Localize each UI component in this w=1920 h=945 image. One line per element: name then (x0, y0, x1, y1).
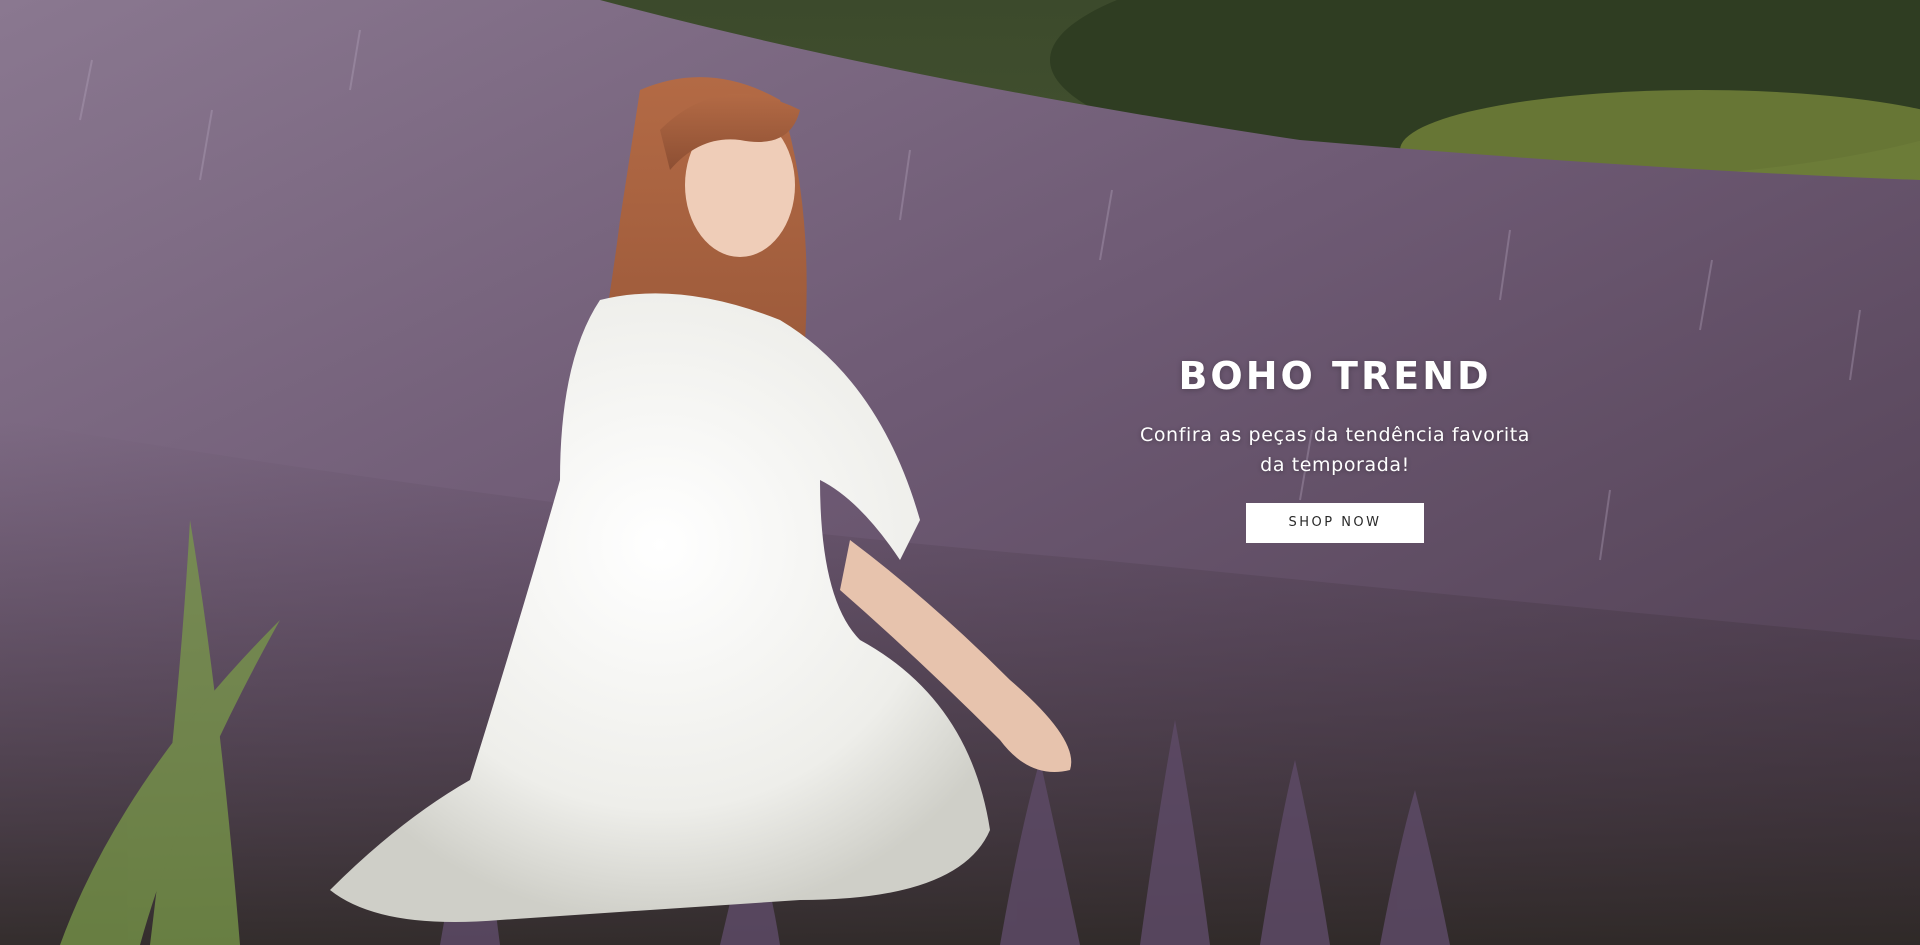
hero-text-block: BOHO TREND Confira as peças da tendência… (1100, 352, 1570, 543)
hero-background-image (0, 0, 1920, 945)
shop-now-button[interactable]: SHOP NOW (1246, 503, 1424, 543)
hero-subtitle: Confira as peças da tendência favorita d… (1139, 424, 1531, 476)
hero-title: BOHO TREND (1178, 354, 1492, 398)
hero-banner[interactable]: BOHO TREND Confira as peças da tendência… (0, 0, 1920, 945)
